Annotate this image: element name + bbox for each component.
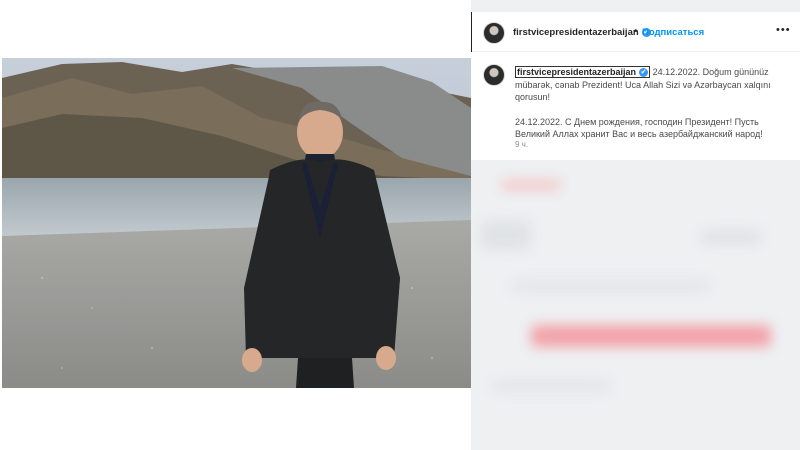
- follow-button[interactable]: Подписаться: [642, 27, 704, 38]
- username-text[interactable]: firstvicepresidentazerbaijan: [513, 27, 639, 38]
- post-photo[interactable]: [2, 58, 471, 388]
- caption-avatar[interactable]: [483, 64, 505, 86]
- separator-dot: •: [634, 26, 638, 37]
- photo-panel: [0, 0, 471, 450]
- blurred-comments-area: [471, 160, 800, 450]
- header-username[interactable]: firstvicepresidentazerbaijan ✔: [513, 27, 651, 38]
- post-timestamp[interactable]: 9 ч.: [515, 140, 528, 149]
- caption-text-ru: 24.12.2022. С Днем рождения, господин Пр…: [515, 116, 763, 140]
- verified-badge-icon: ✔: [639, 68, 649, 78]
- post-sidebar: firstvicepresidentazerbaijan ✔ • Подписат…: [471, 0, 800, 450]
- post-photo-image: [2, 58, 471, 388]
- caption-username-text[interactable]: firstvicepresidentazerbaijan: [517, 67, 636, 77]
- post-caption: firstvicepresidentazerbaijan ✔ 24.12.2022…: [515, 66, 795, 141]
- post-card: firstvicepresidentazerbaijan ✔ • Подписат…: [471, 12, 800, 160]
- post-header: firstvicepresidentazerbaijan ✔ • Подписат…: [471, 12, 800, 52]
- panel-divider: [471, 12, 472, 52]
- caption-username[interactable]: firstvicepresidentazerbaijan ✔: [515, 66, 651, 78]
- more-options-icon[interactable]: •••: [776, 24, 791, 36]
- profile-avatar[interactable]: [483, 22, 505, 44]
